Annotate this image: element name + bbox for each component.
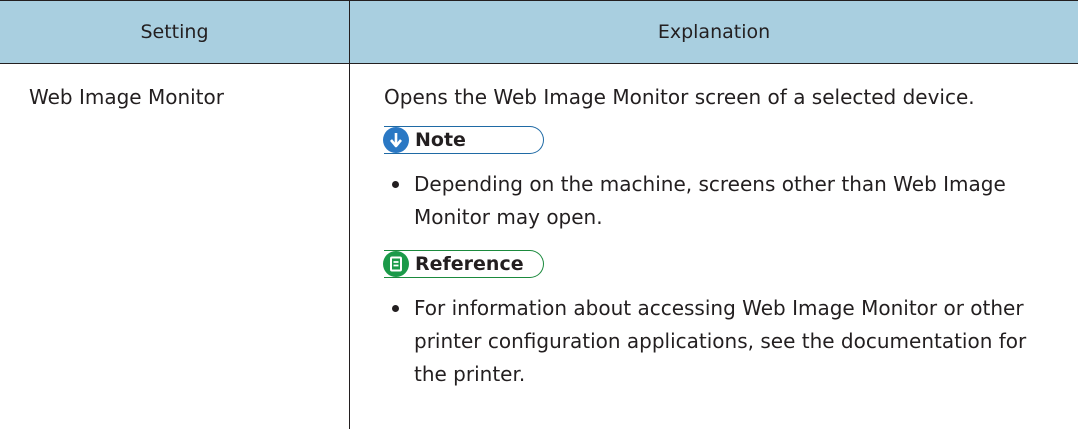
down-arrow-icon <box>383 127 409 153</box>
header-explanation: Explanation <box>657 21 771 43</box>
reference-item: For information about accessing Web Imag… <box>384 292 1054 391</box>
header-setting: Setting <box>140 21 209 43</box>
reference-item-text: For information about accessing Web Imag… <box>414 296 1027 386</box>
reference-label: Reference <box>383 250 544 278</box>
bullet-icon <box>392 305 399 312</box>
note-item-text: Depending on the machine, screens other … <box>414 172 1006 229</box>
settings-table: Setting Explanation Web Image Monitor Op… <box>0 0 1078 429</box>
explanation-cell: Opens the Web Image Monitor screen of a … <box>383 84 1054 391</box>
explanation-text: Opens the Web Image Monitor screen of a … <box>384 85 975 109</box>
column-divider <box>349 0 350 429</box>
note-label: Note <box>383 126 544 154</box>
reference-label-text: Reference <box>415 253 524 275</box>
book-icon <box>383 251 409 277</box>
setting-cell: Web Image Monitor <box>29 85 224 109</box>
bullet-icon <box>392 181 399 188</box>
table-header-row: Setting Explanation <box>0 0 1078 64</box>
note-label-text: Note <box>415 129 466 151</box>
note-item: Depending on the machine, screens other … <box>384 168 1054 234</box>
